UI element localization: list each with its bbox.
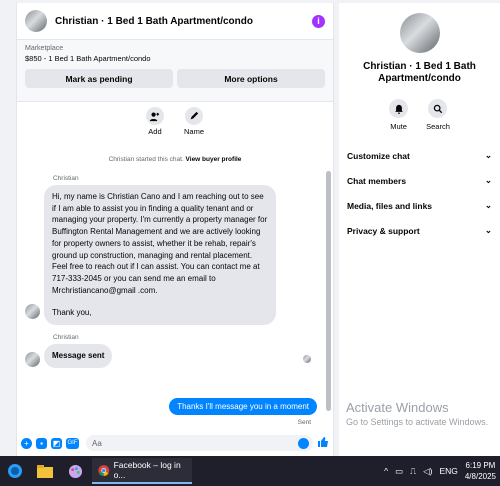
search-action[interactable]: Search [426,99,450,131]
message-row: Hi, my name is Christian Cano and I am r… [25,185,333,326]
outgoing-message-bubble[interactable]: Thanks I'll message you in a moment [169,398,317,415]
mark-as-pending-button[interactable]: Mark as pending [25,69,173,88]
sender-avatar[interactable] [25,351,40,367]
chat-avatar[interactable] [25,10,47,32]
thumbs-up-icon[interactable] [317,436,329,451]
chrome-icon [98,464,110,476]
gif-icon[interactable]: GIF [66,437,79,449]
quick-actions: Add Name [17,107,333,136]
chat-panel: Christian · 1 Bed 1 Bath Apartment/condo… [16,3,334,456]
message-bubble[interactable]: Hi, my name is Christian Cano and I am r… [44,185,276,326]
chat-scrollbar[interactable] [326,171,331,411]
add-action[interactable]: Add [145,107,164,136]
system-note-text: Christian started this chat. [108,156,184,163]
name-action[interactable]: Name [184,107,204,136]
start-icon[interactable] [0,456,30,486]
message-bubble[interactable]: Message sent [44,344,113,368]
volume-icon[interactable]: ◁) [423,466,432,477]
taskbar-app-title: Facebook – log in o... [113,460,181,480]
system-note: Christian started this chat. View buyer … [17,156,333,163]
message-row: Message sent [25,344,333,368]
show-hidden-icons-chevron-up-icon[interactable]: ^ [384,466,388,476]
chevron-down-icon: ⌄ [484,150,492,160]
section-chat-members[interactable]: Chat members ⌄ [339,168,500,193]
sender-avatar[interactable] [25,304,40,320]
more-options-button[interactable]: More options [177,69,325,88]
info-name: Christian · 1 Bed 1 Bath Apartment/condo [363,61,476,84]
message-sender: Christian [53,175,79,182]
chat-title[interactable]: Christian · 1 Bed 1 Bath Apartment/condo [55,16,312,27]
mute-action[interactable]: Mute [389,99,409,131]
mute-label: Mute [390,122,407,131]
add-person-icon [145,107,164,125]
clock[interactable]: 6:19 PM 4/8/2025 [465,460,496,482]
composer: + ▪ ◩ GIF Aa [17,430,333,456]
message-body: Hi, my name is Christian Cano and I am r… [52,192,268,295]
plus-icon[interactable]: + [21,437,32,449]
clock-date: 4/8/2025 [464,472,496,481]
paint-icon[interactable] [60,456,90,486]
emoji-icon[interactable] [298,437,309,449]
language-indicator[interactable]: ENG [439,466,457,476]
section-customize-chat[interactable]: Customize chat ⌄ [339,143,500,168]
message-status: Sent [297,419,311,426]
network-icon[interactable]: ⎍ [410,466,416,477]
taskbar: Facebook – log in o... ^ ▭ ⎍ ◁) ENG 6:19… [0,456,500,486]
section-label: Customize chat [347,150,410,161]
profile-avatar[interactable] [399,13,440,53]
name-label: Name [183,127,204,136]
watermark-subtitle: Go to Settings to activate Windows. [346,417,489,427]
activate-windows-watermark: Activate Windows Go to Settings to activ… [346,400,488,427]
message-input[interactable]: Aa [86,435,313,451]
message-closing: Thank you, [52,308,92,318]
search-label: Search [426,122,450,131]
marketplace-label: Marketplace [25,45,64,52]
search-icon [428,99,448,118]
chevron-down-icon: ⌄ [484,175,492,185]
battery-icon[interactable]: ▭ [395,466,403,477]
info-panel: Christian · 1 Bed 1 Bath Apartment/condo… [339,3,500,456]
section-media-files-links[interactable]: Media, files and links ⌄ [339,193,500,218]
system-tray: ^ ▭ ⎍ ◁) ENG 6:19 PM 4/8/2025 [384,460,500,482]
chat-header: Christian · 1 Bed 1 Bath Apartment/condo… [17,3,333,40]
section-privacy-support[interactable]: Privacy & support ⌄ [339,218,500,243]
sticker-icon[interactable]: ◩ [51,437,62,449]
add-label: Add [148,127,162,136]
section-label: Chat members [347,175,407,186]
info-icon[interactable]: i [312,14,325,28]
pencil-icon [184,107,203,125]
chevron-down-icon: ⌄ [484,200,492,210]
file-explorer-icon[interactable] [30,456,60,486]
marketplace-item[interactable]: $850 - 1 Bed 1 Bath Apartment/condo [25,54,325,63]
chevron-down-icon: ⌄ [484,225,492,235]
taskbar-app-chrome[interactable]: Facebook – log in o... [92,458,192,484]
photo-icon[interactable]: ▪ [36,437,47,449]
read-receipt-avatar [303,355,311,363]
marketplace-banner: Marketplace $850 - 1 Bed 1 Bath Apartmen… [17,40,333,102]
info-sections: Customize chat ⌄ Chat members ⌄ Media, f… [339,143,500,243]
section-label: Privacy & support [347,225,420,236]
bell-icon [389,99,409,118]
section-label: Media, files and links [347,200,433,211]
message-input-placeholder: Aa [92,438,102,448]
view-buyer-profile-link[interactable]: View buyer profile [186,156,242,163]
clock-time: 6:19 PM [465,461,496,470]
info-actions: Mute Search [339,99,500,131]
message-sender: Christian [53,334,79,342]
watermark-title: Activate Windows [346,400,449,415]
